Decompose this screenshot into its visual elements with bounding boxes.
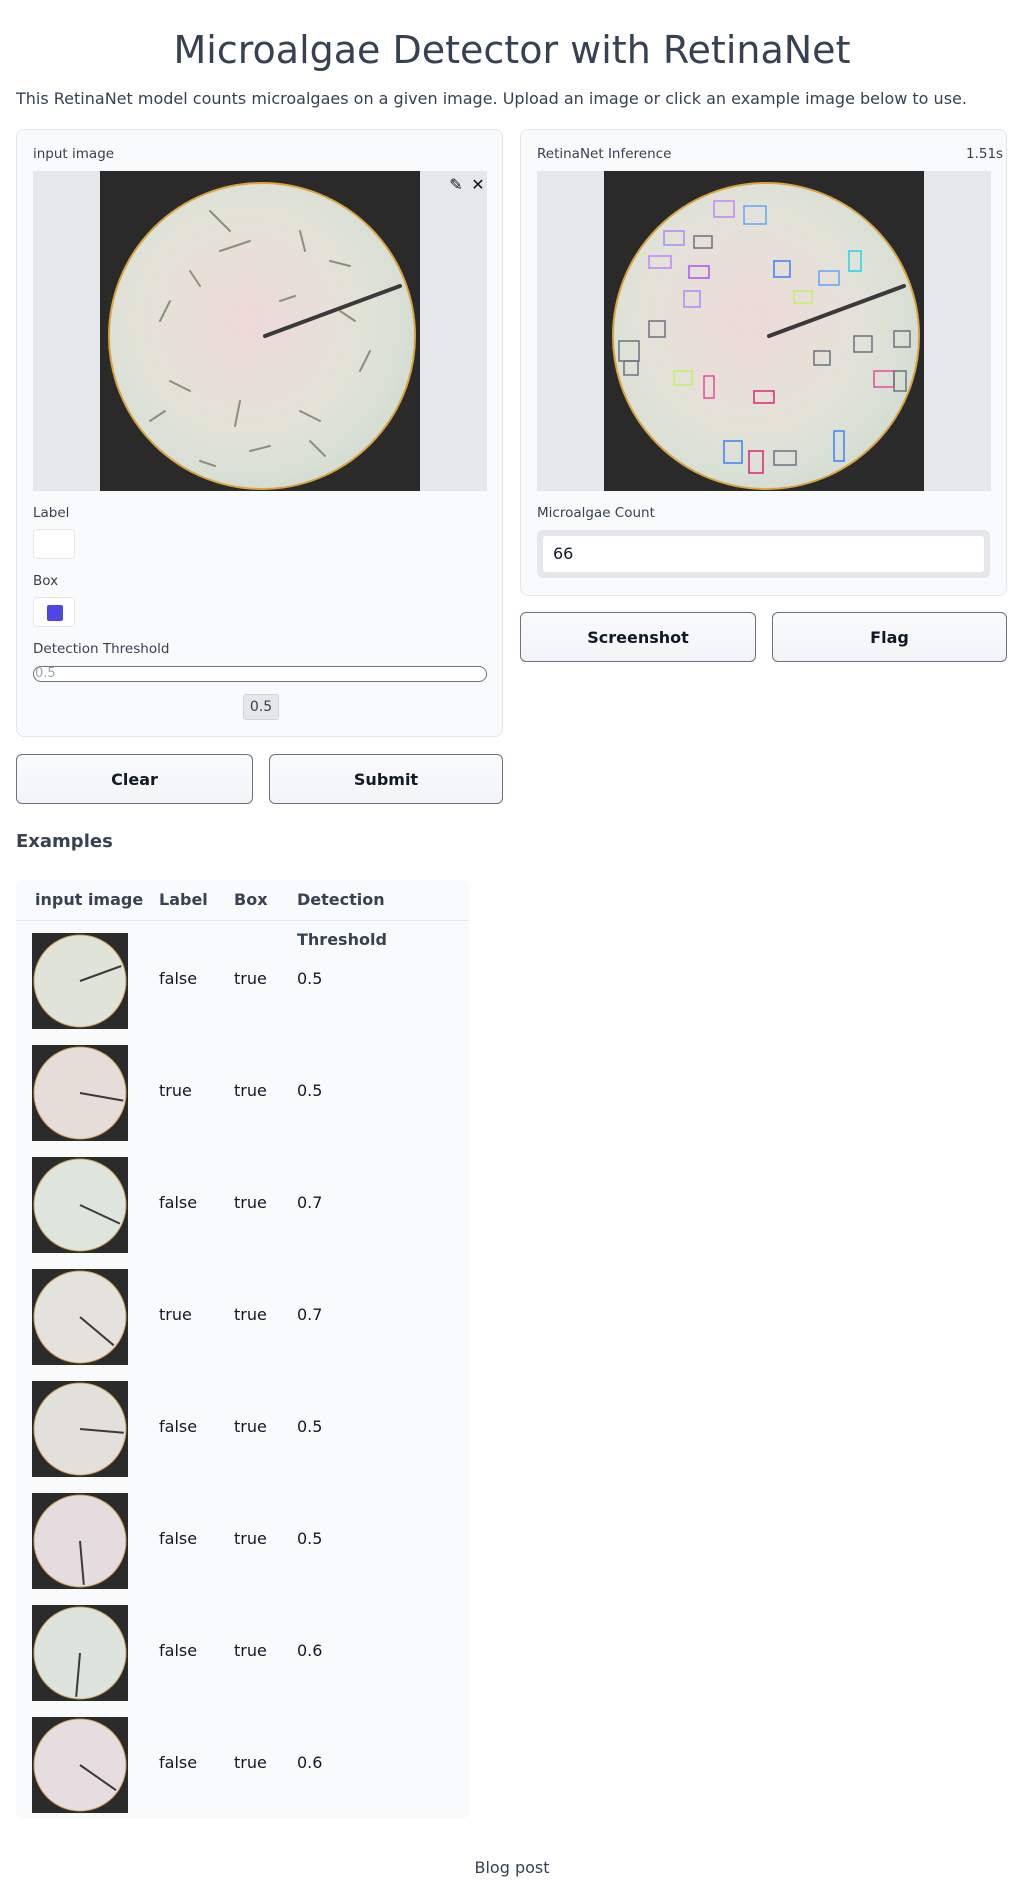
example-row[interactable]: false true 0.6 <box>16 1707 469 1819</box>
example-threshold-cell: 0.7 <box>297 1305 323 1324</box>
example-box-cell: true <box>234 1417 267 1436</box>
page-description: This RetinaNet model counts microalgaes … <box>16 89 967 108</box>
examples-table: input image Label Box Detection Threshol… <box>16 880 469 1818</box>
example-label-cell: false <box>159 1641 198 1660</box>
example-thumbnail <box>32 933 128 1029</box>
box-checkbox-mark <box>47 605 63 621</box>
screenshot-button[interactable]: Screenshot <box>520 612 756 662</box>
example-thumbnail <box>32 1717 128 1813</box>
threshold-slider[interactable] <box>33 666 487 682</box>
threshold-label: Detection Threshold <box>33 641 170 657</box>
example-thumbnail <box>32 1605 128 1701</box>
example-thumbnail <box>32 1493 128 1589</box>
example-row[interactable]: true true 0.7 <box>16 1259 469 1371</box>
example-row[interactable]: false true 0.7 <box>16 1147 469 1259</box>
example-box-cell: true <box>234 969 267 988</box>
input-image-area[interactable]: ✎ ✕ <box>33 171 487 491</box>
example-box-cell: true <box>234 1193 267 1212</box>
example-threshold-cell: 0.7 <box>297 1193 323 1212</box>
pencil-icon[interactable]: ✎ <box>445 173 467 195</box>
output-image <box>604 171 924 491</box>
example-box-cell: true <box>234 1753 267 1772</box>
example-threshold-cell: 0.5 <box>297 1417 323 1436</box>
example-threshold-cell: 0.6 <box>297 1641 323 1660</box>
flag-button[interactable]: Flag <box>772 612 1007 662</box>
example-thumbnail <box>32 1157 128 1253</box>
example-label-cell: true <box>159 1305 192 1324</box>
label-checkbox[interactable] <box>33 529 75 559</box>
example-label-cell: false <box>159 1193 198 1212</box>
example-label-cell: false <box>159 1753 198 1772</box>
page-title: Microalgae Detector with RetinaNet <box>173 28 851 72</box>
box-checkbox[interactable] <box>33 597 75 627</box>
label-checkbox-label: Label <box>33 505 70 521</box>
example-thumbnail <box>32 1269 128 1365</box>
example-threshold-cell: 0.5 <box>297 1081 323 1100</box>
input-image-label: input image <box>33 146 115 162</box>
example-threshold-cell: 0.5 <box>297 1529 323 1548</box>
example-label-cell: true <box>159 1081 192 1100</box>
submit-button[interactable]: Submit <box>269 754 503 804</box>
inference-timing: 1.51s <box>966 146 1004 162</box>
example-box-cell: true <box>234 1305 267 1324</box>
example-row[interactable]: false true 0.5 <box>16 1371 469 1483</box>
example-box-cell: true <box>234 1529 267 1548</box>
example-threshold-cell: 0.5 <box>297 969 323 988</box>
output-image-area <box>537 171 991 491</box>
example-row[interactable]: false true 0.5 <box>16 923 469 1035</box>
count-output: 66 <box>537 530 990 578</box>
threshold-slider-text: 0.5 <box>35 666 56 681</box>
threshold-value-box[interactable]: 0.5 <box>243 694 279 720</box>
examples-header-image: input image <box>35 890 144 909</box>
close-icon[interactable]: ✕ <box>467 173 487 195</box>
example-box-cell: true <box>234 1641 267 1660</box>
examples-header-box: Box <box>234 890 268 909</box>
count-value: 66 <box>543 536 984 572</box>
examples-header-divider <box>16 920 469 921</box>
example-box-cell: true <box>234 1081 267 1100</box>
count-label: Microalgae Count <box>537 505 655 521</box>
example-row[interactable]: false true 0.5 <box>16 1483 469 1595</box>
label-checkbox-mark <box>47 537 63 553</box>
clear-button[interactable]: Clear <box>16 754 253 804</box>
examples-header-threshold: Detection Threshold <box>297 890 387 949</box>
examples-title: Examples <box>16 831 113 852</box>
example-row[interactable]: true true 0.5 <box>16 1035 469 1147</box>
example-thumbnail <box>32 1381 128 1477</box>
example-label-cell: false <box>159 969 198 988</box>
examples-header-label: Label <box>159 890 208 909</box>
example-label-cell: false <box>159 1529 198 1548</box>
example-threshold-cell: 0.6 <box>297 1753 323 1772</box>
output-image-label: RetinaNet Inference <box>537 146 672 162</box>
example-label-cell: false <box>159 1417 198 1436</box>
box-checkbox-label: Box <box>33 573 59 589</box>
blog-post-link[interactable]: Blog post <box>0 1858 1024 1877</box>
input-image <box>100 171 420 491</box>
example-row[interactable]: false true 0.6 <box>16 1595 469 1707</box>
example-thumbnail <box>32 1045 128 1141</box>
